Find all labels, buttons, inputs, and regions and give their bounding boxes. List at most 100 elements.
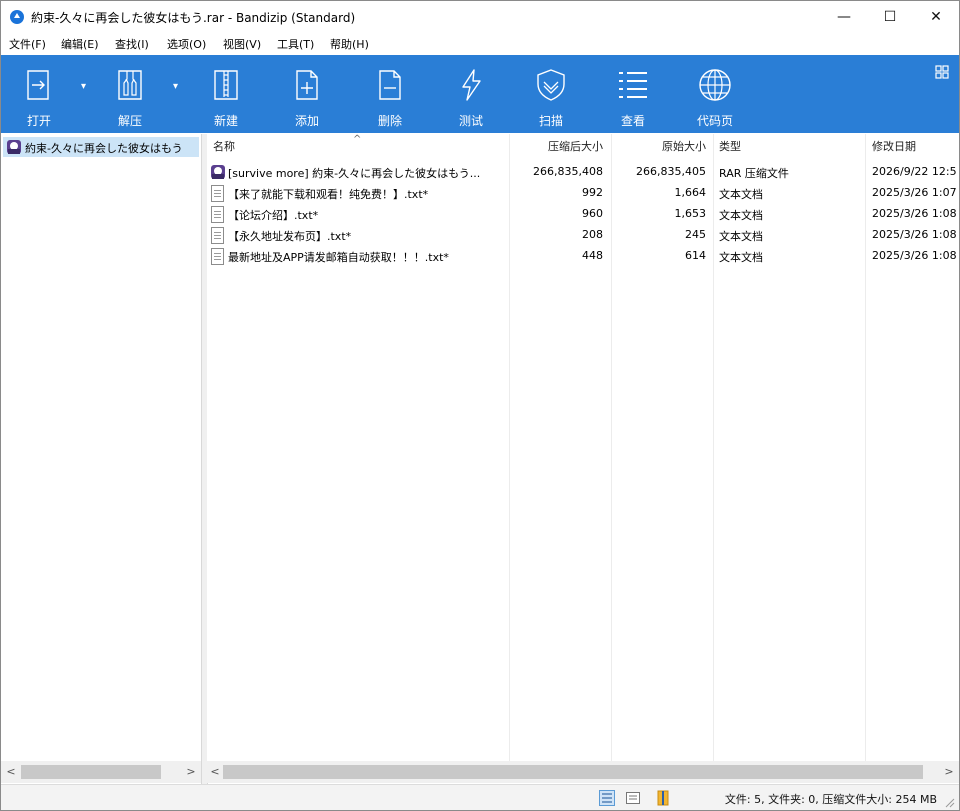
test-button[interactable]: 测试 xyxy=(436,55,506,133)
column-header-modified[interactable]: 修改日期 xyxy=(872,134,916,160)
codepage-button[interactable]: 代码页 xyxy=(680,55,750,133)
title-bar: 約束-久々に再会した彼女はもう.rar - Bandizip (Standard… xyxy=(1,1,959,33)
extract-dropdown-icon[interactable]: ▾ xyxy=(173,81,183,92)
new-archive-label: 新建 xyxy=(213,114,238,128)
file-list: 名称 ^ 压缩后大小 原始大小 类型 修改日期 [survive more] 約… xyxy=(207,134,959,761)
details-view-icon[interactable] xyxy=(599,790,615,806)
add-button[interactable]: 添加 xyxy=(272,55,342,133)
rar-archive-icon xyxy=(7,140,21,154)
file-packed-size: 208 xyxy=(582,228,603,241)
file-row[interactable]: 最新地址及APP请发邮箱自动获取！！！.txt* 448 614 文本文档 20… xyxy=(207,246,959,267)
column-header-name[interactable]: 名称 xyxy=(213,134,235,160)
open-icon xyxy=(27,70,49,100)
sort-ascending-icon: ^ xyxy=(353,134,362,145)
delete-file-icon xyxy=(379,70,401,100)
list-view-small-icon[interactable] xyxy=(625,790,641,806)
file-row[interactable]: 【永久地址发布页】.txt* 208 245 文本文档 2025/3/26 1:… xyxy=(207,225,959,246)
scroll-left-arrow-icon[interactable]: < xyxy=(3,764,19,780)
tree-horizontal-scrollbar[interactable]: < > xyxy=(1,761,201,783)
file-original-size: 1,664 xyxy=(674,186,707,199)
scroll-left-arrow-icon[interactable]: < xyxy=(207,764,223,780)
scan-label: 扫描 xyxy=(538,114,563,128)
menu-options[interactable]: 选项(O) xyxy=(167,36,206,52)
file-packed-size: 266,835,408 xyxy=(533,165,603,178)
extract-label: 解压 xyxy=(117,114,142,128)
column-header-type[interactable]: 类型 xyxy=(719,134,741,160)
bandizip-window: 約束-久々に再会した彼女はもう.rar - Bandizip (Standard… xyxy=(0,0,960,811)
scroll-right-arrow-icon[interactable]: > xyxy=(183,764,199,780)
list-view-icon xyxy=(619,72,647,98)
file-row[interactable]: 【论坛介绍】.txt* 960 1,653 文本文档 2025/3/26 1:0… xyxy=(207,204,959,225)
menu-find[interactable]: 查找(I) xyxy=(115,36,149,52)
scroll-right-arrow-icon[interactable]: > xyxy=(941,764,957,780)
file-name: 最新地址及APP请发邮箱自动获取！！！.txt* xyxy=(228,251,449,264)
resize-grip-icon[interactable] xyxy=(945,798,955,808)
column-header-packed-size[interactable]: 压缩后大小 xyxy=(513,134,603,160)
text-file-icon xyxy=(211,248,224,265)
file-modified: 2025/3/26 1:08 xyxy=(872,249,957,262)
file-type: 文本文档 xyxy=(719,251,763,264)
bandizip-app-icon xyxy=(10,10,24,24)
add-file-icon xyxy=(296,70,318,100)
scroll-thumb[interactable] xyxy=(223,765,923,779)
view-button[interactable]: 查看 xyxy=(598,55,668,133)
delete-label: 删除 xyxy=(377,114,402,128)
file-type: 文本文档 xyxy=(719,230,763,243)
file-original-size: 614 xyxy=(685,249,706,262)
archive-folder-icon[interactable] xyxy=(655,790,671,806)
file-name: 【论坛介绍】.txt* xyxy=(228,209,319,222)
file-type: RAR 压缩文件 xyxy=(719,167,789,180)
test-label: 测试 xyxy=(458,114,483,128)
open-button[interactable]: 打开 xyxy=(4,55,74,133)
toolbar: 打开 ▾ 解压 ▾ 新建 添加 删除 测试 扫描 查看 代码页 xyxy=(1,55,959,133)
tree-item-label: 約束-久々に再会した彼女はもう xyxy=(25,142,183,155)
shield-icon xyxy=(537,69,565,101)
menu-view[interactable]: 视图(V) xyxy=(223,36,261,52)
file-name: [survive more] 約束-久々に再会した彼女はもう... xyxy=(228,167,481,180)
file-modified: 2025/3/26 1:08 xyxy=(872,228,957,241)
list-horizontal-scrollbar[interactable]: < > xyxy=(207,761,959,783)
column-header-original-size[interactable]: 原始大小 xyxy=(613,134,706,160)
folder-tree: 約束-久々に再会した彼女はもう xyxy=(1,134,201,761)
view-label: 查看 xyxy=(620,114,645,128)
new-archive-button[interactable]: 新建 xyxy=(191,55,261,133)
file-row[interactable]: [survive more] 約束-久々に再会した彼女はもう... 266,83… xyxy=(207,162,959,183)
file-name: 【永久地址发布页】.txt* xyxy=(228,230,352,243)
file-modified: 2025/3/26 1:07 xyxy=(872,186,957,199)
menu-tools[interactable]: 工具(T) xyxy=(277,36,314,52)
file-packed-size: 960 xyxy=(582,207,603,220)
file-row[interactable]: 【来了就能下载和观看！纯免费！】.txt* 992 1,664 文本文档 202… xyxy=(207,183,959,204)
extract-icon xyxy=(118,70,142,100)
minimize-button[interactable]: — xyxy=(821,1,867,33)
file-original-size: 1,653 xyxy=(674,207,707,220)
layout-toggle-icon[interactable] xyxy=(935,65,949,79)
status-bar: 文件: 5, 文件夹: 0, 压缩文件大小: 254 MB xyxy=(1,784,959,810)
open-label: 打开 xyxy=(26,114,51,128)
text-file-icon xyxy=(211,206,224,223)
text-file-icon xyxy=(211,185,224,202)
maximize-button[interactable]: ☐ xyxy=(867,1,913,33)
scroll-thumb[interactable] xyxy=(21,765,161,779)
scan-button[interactable]: 扫描 xyxy=(516,55,586,133)
lightning-icon xyxy=(462,69,481,101)
file-type: 文本文档 xyxy=(719,209,763,222)
open-dropdown-icon[interactable]: ▾ xyxy=(81,81,91,92)
extract-button[interactable]: 解压 xyxy=(95,55,165,133)
add-label: 添加 xyxy=(294,114,319,128)
menu-bar: 文件(F) 编辑(E) 查找(I) 选项(O) 视图(V) 工具(T) 帮助(H… xyxy=(1,33,959,55)
file-original-size: 245 xyxy=(685,228,706,241)
file-modified: 2025/3/26 1:08 xyxy=(872,207,957,220)
menu-help[interactable]: 帮助(H) xyxy=(330,36,369,52)
menu-file[interactable]: 文件(F) xyxy=(9,36,46,52)
codepage-label: 代码页 xyxy=(696,114,733,128)
globe-icon xyxy=(699,69,731,101)
file-modified: 2026/9/22 12:5 xyxy=(872,165,957,178)
close-button[interactable]: ✕ xyxy=(913,1,959,33)
menu-edit[interactable]: 编辑(E) xyxy=(61,36,99,52)
status-summary: 文件: 5, 文件夹: 0, 压缩文件大小: 254 MB xyxy=(724,793,937,806)
delete-button[interactable]: 删除 xyxy=(355,55,425,133)
window-title: 約束-久々に再会した彼女はもう.rar - Bandizip (Standard… xyxy=(31,11,356,25)
tree-item-archive-root[interactable]: 約束-久々に再会した彼女はもう xyxy=(3,137,199,157)
file-original-size: 266,835,405 xyxy=(636,165,706,178)
file-type: 文本文档 xyxy=(719,188,763,201)
